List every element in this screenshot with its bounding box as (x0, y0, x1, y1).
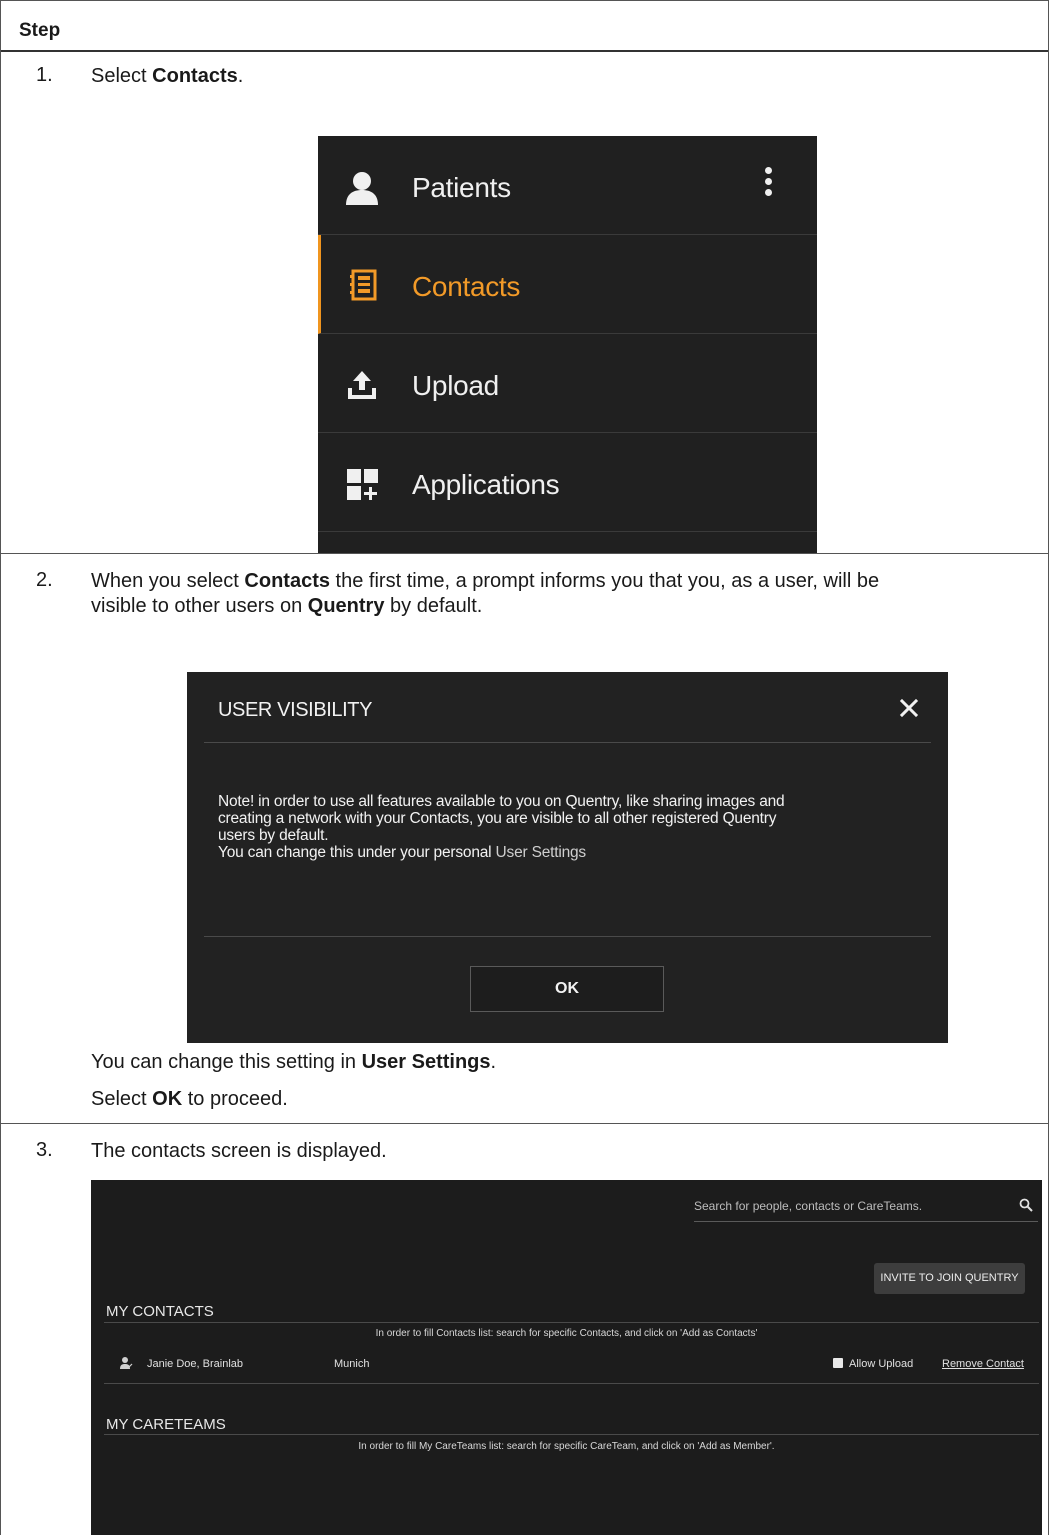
step-2-number: 2. (36, 569, 53, 591)
dialog-message-line-2: creating a network with your Contacts, y… (218, 810, 777, 827)
step-1-text-prefix: Select (91, 65, 153, 87)
my-contacts-title: MY CONTACTS (106, 1303, 214, 1320)
dialog-message: Note! in order to use all features avail… (218, 793, 918, 861)
step-3-number: 3. (36, 1139, 53, 1161)
more-options-icon[interactable] (764, 167, 774, 201)
search-bar[interactable]: Search for people, contacts or CareTeams… (694, 1197, 1038, 1222)
my-careteams-title: MY CARETEAMS (106, 1416, 226, 1433)
contact-row-divider (104, 1383, 1039, 1384)
dialog-message-line-4-prefix: You can change this under your personal (218, 844, 496, 861)
row-divider (1, 1123, 1048, 1124)
menu-item-applications[interactable]: Applications (318, 433, 817, 532)
step-2-line-2-bold: Quentry (307, 595, 385, 617)
step-3-text: The contacts screen is displayed. (91, 1140, 387, 1162)
remove-contact-link[interactable]: Remove Contact (942, 1358, 1024, 1370)
step-2-after-line-2: Select OK to proceed. (91, 1087, 288, 1112)
step-1-text-bold: Contacts (152, 65, 238, 87)
header-divider (1, 50, 1048, 52)
step-2-line-1-bold: Contacts (244, 570, 330, 592)
menu-item-patients-label: Patients (412, 172, 511, 203)
close-icon[interactable] (899, 698, 919, 718)
user-visibility-dialog: USER VISIBILITY Note! in order to use al… (187, 672, 948, 1043)
step-2-after-1-prefix: You can change this setting in (91, 1051, 362, 1073)
dialog-footer-divider (204, 936, 931, 937)
dialog-message-line-4: You can change this under your personal … (218, 844, 918, 861)
dialog-title: USER VISIBILITY (218, 699, 373, 721)
menu-item-contacts[interactable]: Contacts (318, 235, 817, 334)
step-2-after-2-bold: OK (152, 1088, 183, 1110)
step-1-text-suffix: . (237, 65, 244, 87)
address-book-icon (350, 269, 377, 301)
step-2-line-1-suffix: the first time, a prompt informs you tha… (330, 570, 880, 592)
step-2-line-2-suffix: by default. (384, 595, 483, 617)
menu-item-upload[interactable]: Upload (318, 334, 817, 433)
dialog-message-line-3: users by default. (218, 827, 329, 844)
step-2-after-1-bold: User Settings (361, 1051, 491, 1073)
step-column-header: Step (19, 20, 61, 41)
row-divider (1, 553, 1048, 554)
dialog-header-divider (204, 742, 931, 743)
search-icon[interactable] (1019, 1198, 1033, 1212)
step-2-after-1-suffix: . (490, 1051, 497, 1073)
contact-name[interactable]: Janie Doe, Brainlab (147, 1358, 243, 1370)
step-2-text: When you select Contacts the first time,… (91, 569, 879, 619)
person-icon (346, 172, 378, 205)
step-2-line-2: visible to other users on Quentry by def… (91, 594, 879, 619)
table-top-border (1, 0, 1048, 1)
navigation-menu-screenshot: Patients Contacts Upload Applications (318, 136, 817, 553)
step-2-after-2-prefix: Select (91, 1088, 153, 1110)
contacts-hint: In order to fill Contacts list: search f… (375, 1328, 758, 1339)
menu-item-patients[interactable]: Patients (318, 136, 817, 235)
upload-icon (348, 371, 376, 399)
step-2-line-1-prefix: When you select (91, 570, 245, 592)
ok-button[interactable]: OK (470, 966, 664, 1012)
menu-item-applications-label: Applications (412, 469, 560, 500)
search-input[interactable]: Search for people, contacts or CareTeams… (694, 1199, 922, 1213)
contact-person-icon (120, 1357, 133, 1369)
step-2-line-2-prefix: visible to other users on (91, 595, 308, 617)
contacts-divider (104, 1322, 1039, 1323)
step-1-number: 1. (36, 64, 53, 86)
menu-item-contacts-label: Contacts (412, 271, 521, 302)
step-2-line-1: When you select Contacts the first time,… (91, 569, 879, 594)
step-1-text: Select Contacts. (91, 64, 243, 89)
step-2-after-line-1: You can change this setting in User Sett… (91, 1050, 496, 1075)
applications-icon (347, 469, 378, 500)
careteams-divider (104, 1434, 1039, 1435)
careteams-hint: In order to fill My CareTeams list: sear… (358, 1441, 775, 1452)
step-2-after-2-suffix: to proceed. (182, 1088, 288, 1110)
contact-city: Munich (334, 1358, 370, 1370)
instruction-table: Step 1. Select Contacts. Patients Contac… (0, 0, 1049, 1535)
menu-item-upload-label: Upload (412, 370, 499, 401)
contacts-screen-screenshot: Search for people, contacts or CareTeams… (91, 1180, 1042, 1535)
user-settings-link[interactable]: User Settings (496, 844, 587, 861)
dialog-message-line-1: Note! in order to use all features avail… (218, 793, 785, 810)
allow-upload-checkbox[interactable] (833, 1358, 843, 1368)
allow-upload-label: Allow Upload (849, 1358, 914, 1370)
invite-to-join-button[interactable]: INVITE TO JOIN QUENTRY (874, 1263, 1025, 1294)
